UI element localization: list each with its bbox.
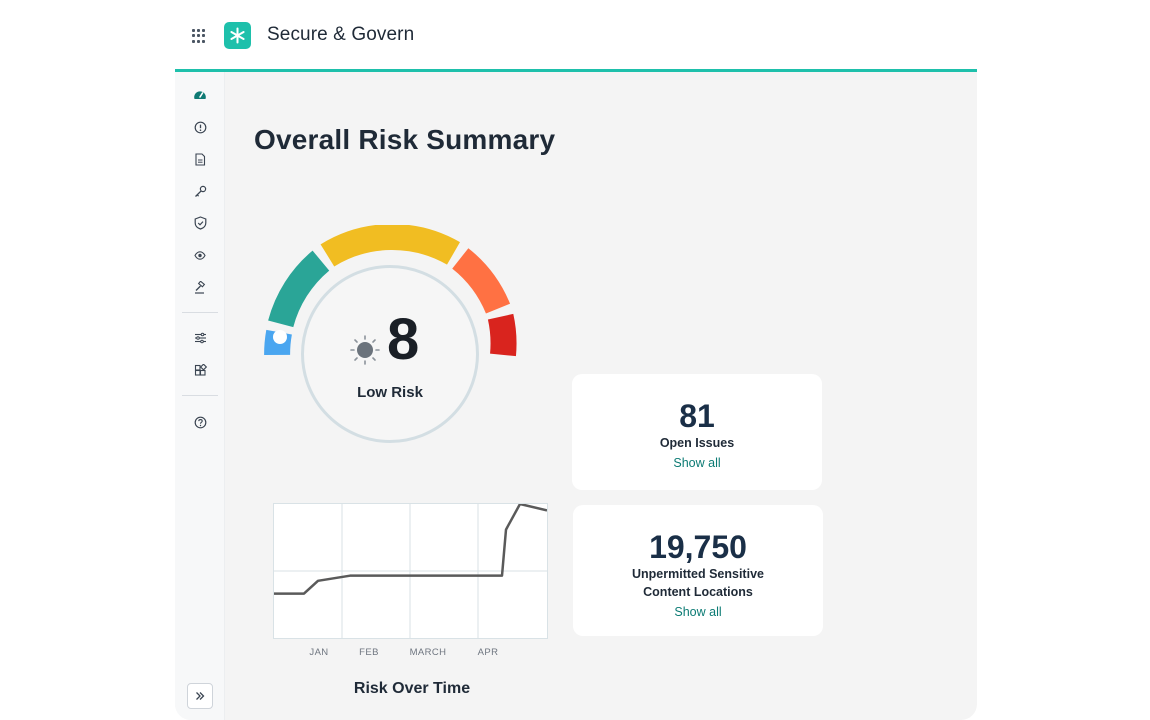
sun-icon: [350, 335, 380, 365]
alert-circle-icon[interactable]: [192, 119, 208, 135]
snowflake-logo-icon: [230, 27, 245, 44]
page-title: Overall Risk Summary: [254, 124, 556, 155]
sensitive-content-show-all-link[interactable]: Show all: [573, 603, 823, 621]
app-launcher-icon[interactable]: [192, 29, 206, 43]
gavel-icon[interactable]: [192, 279, 208, 295]
double-chevron-right-icon: [196, 692, 205, 700]
eye-refresh-icon[interactable]: [192, 247, 208, 263]
sidebar-divider: [182, 395, 218, 396]
document-icon[interactable]: [192, 151, 208, 167]
gauge-segment-critical: [487, 313, 517, 357]
risk-level-label: Low Risk: [357, 384, 423, 401]
integrations-icon[interactable]: [192, 362, 208, 378]
key-icon[interactable]: [192, 183, 208, 199]
risk-score-value: 8: [387, 307, 420, 372]
open-issues-label: Open Issues: [659, 436, 735, 450]
risk-over-time-chart: [273, 503, 548, 639]
dashboard-gauge-icon[interactable]: [192, 87, 208, 103]
gauge-indicator-dot: [273, 330, 287, 344]
app-frame: Overall Risk Summary 8 Low Risk JAN FEB: [175, 72, 977, 720]
app-title: Secure & Govern: [267, 24, 415, 45]
x-tick-label: JAN: [309, 647, 329, 658]
x-tick-label: FEB: [359, 647, 379, 658]
sensitive-content-count: 19,750: [649, 529, 747, 565]
gauge-segment-high: [451, 248, 511, 314]
sensitive-content-card: 19,750 Unpermitted Sensitive Content Loc…: [573, 505, 823, 636]
open-issues-count: 81: [679, 398, 715, 434]
chart-svg: [274, 504, 547, 638]
shield-check-icon[interactable]: [192, 215, 208, 231]
gauge-segment-elevated: [320, 225, 460, 267]
collapse-sidebar-button[interactable]: [187, 683, 213, 709]
x-tick-label: APR: [477, 647, 499, 658]
sidebar: [175, 72, 225, 720]
help-icon[interactable]: [192, 414, 208, 430]
sidebar-divider: [182, 312, 218, 313]
x-tick-label: MARCH: [409, 647, 447, 658]
sensitive-content-label: Unpermitted Sensitive: [632, 567, 764, 581]
top-bar: Secure & Govern: [175, 0, 977, 72]
open-issues-card: 81 Open Issues Show all: [572, 374, 822, 490]
sensitive-content-label-line2: Content Locations: [643, 585, 753, 599]
app-logo: [224, 22, 251, 49]
sliders-icon[interactable]: [192, 330, 208, 346]
open-issues-show-all-link[interactable]: Show all: [572, 454, 822, 472]
chart-title: Risk Over Time: [353, 680, 471, 697]
